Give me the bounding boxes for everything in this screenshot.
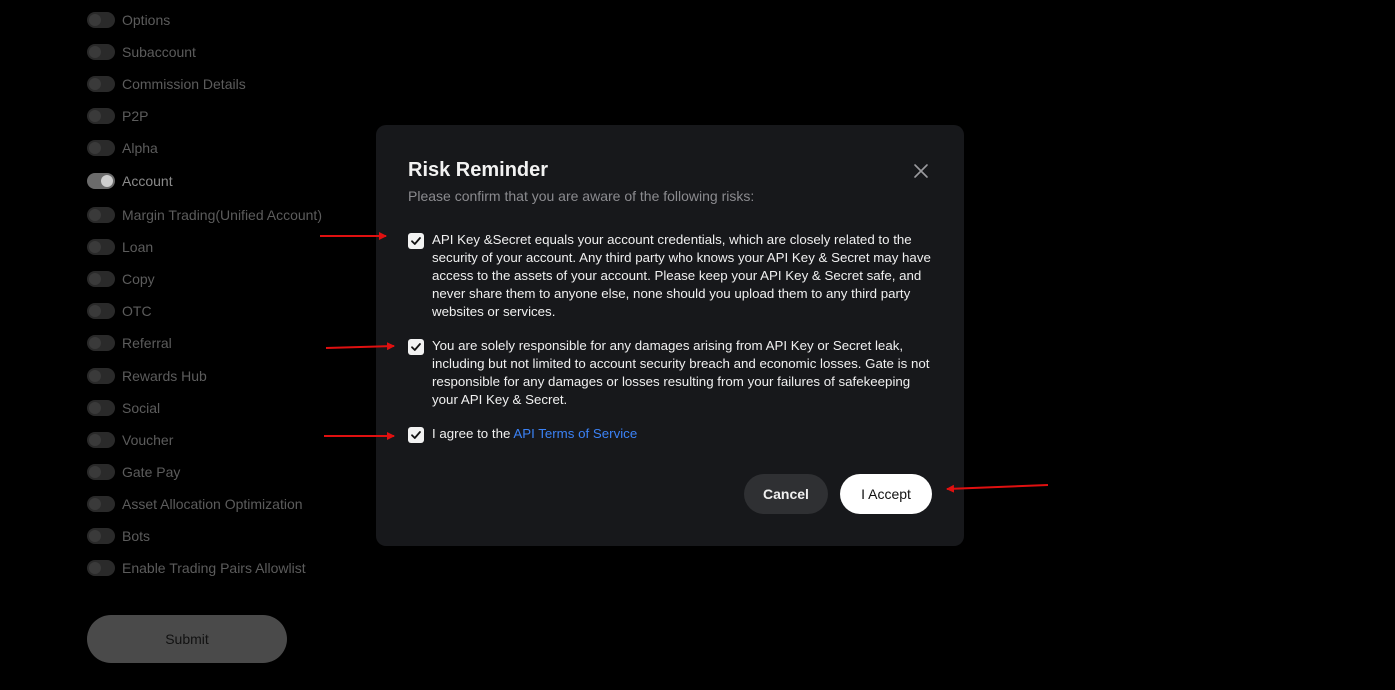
toggle-knob	[89, 498, 101, 510]
permission-item: Account	[87, 171, 173, 191]
toggle-knob	[89, 142, 101, 154]
risk-item-credentials: API Key &Secret equals your account cred…	[408, 231, 936, 321]
risk-item-responsibility: You are solely responsible for any damag…	[408, 337, 936, 409]
toggle-knob	[89, 305, 101, 317]
permission-item: Bots	[87, 526, 150, 546]
permission-label: Commission Details	[122, 76, 246, 92]
accept-button[interactable]: I Accept	[840, 474, 932, 514]
permission-toggle[interactable]	[87, 368, 115, 384]
toggle-knob	[89, 110, 101, 122]
toggle-knob	[89, 209, 101, 221]
modal-title: Risk Reminder	[408, 159, 549, 181]
agree-terms-checkbox[interactable]	[408, 427, 424, 443]
permission-item: Rewards Hub	[87, 366, 207, 386]
page: Options Subaccount Commission Details P2P Al…	[0, 0, 1395, 690]
permission-item: Voucher	[87, 430, 173, 450]
permission-label: OTC	[122, 303, 152, 319]
permission-item: Gate Pay	[87, 462, 180, 482]
risk-text-credentials: API Key &Secret equals your account cred…	[432, 232, 931, 319]
permission-toggle[interactable]	[87, 400, 115, 416]
toggle-knob	[89, 14, 101, 26]
modal-subtitle: Please confirm that you are aware of the…	[408, 188, 755, 204]
toggle-knob	[89, 530, 101, 542]
permission-label: Rewards Hub	[122, 368, 207, 384]
toggle-knob	[101, 175, 113, 187]
permission-item: Subaccount	[87, 42, 196, 62]
toggle-knob	[89, 78, 101, 90]
permission-item: Commission Details	[87, 74, 246, 94]
toggle-knob	[89, 434, 101, 446]
permission-label: Copy	[122, 271, 155, 287]
api-terms-link[interactable]: API Terms of Service	[513, 426, 637, 441]
permission-toggle[interactable]	[87, 239, 115, 255]
permission-toggle[interactable]	[87, 432, 115, 448]
permission-item: OTC	[87, 301, 152, 321]
permission-item: Referral	[87, 333, 172, 353]
permission-item: Loan	[87, 237, 153, 257]
permission-label: Account	[122, 173, 173, 189]
risk-reminder-modal: Risk Reminder Please confirm that you ar…	[376, 125, 964, 546]
submit-button[interactable]: Submit	[87, 615, 287, 663]
permission-label: Asset Allocation Optimization	[122, 496, 303, 512]
permission-toggle[interactable]	[87, 207, 115, 223]
risk-checkbox-credentials[interactable]	[408, 233, 424, 249]
permission-label: Gate Pay	[122, 464, 181, 480]
permission-label: Bots	[122, 528, 151, 544]
permission-toggle[interactable]	[87, 271, 115, 287]
risk-checkbox-responsibility[interactable]	[408, 339, 424, 355]
agree-prefix: I agree to the	[432, 426, 514, 441]
permission-label: Enable Trading Pairs Allowlist	[122, 560, 306, 576]
permission-item: Copy	[87, 269, 155, 289]
permission-toggle[interactable]	[87, 528, 115, 544]
permission-toggle[interactable]	[87, 44, 115, 60]
toggle-knob	[89, 337, 101, 349]
agree-terms-text: I agree to the API Terms of Service	[432, 425, 637, 443]
permission-item: Asset Allocation Optimization	[87, 494, 303, 514]
permission-label: Subaccount	[122, 44, 196, 60]
permission-toggle[interactable]	[87, 464, 115, 480]
permission-toggle[interactable]	[87, 76, 115, 92]
permission-label: Voucher	[122, 432, 174, 448]
permission-label: Options	[122, 12, 171, 28]
permission-item: Social	[87, 398, 160, 418]
toggle-knob	[89, 402, 101, 414]
close-icon[interactable]	[912, 162, 930, 180]
permission-toggle[interactable]	[87, 335, 115, 351]
permission-item: Options	[87, 10, 170, 30]
toggle-knob	[89, 46, 101, 58]
permission-toggle[interactable]	[87, 496, 115, 512]
permission-label: Social	[122, 400, 161, 416]
permission-toggle[interactable]	[87, 12, 115, 28]
toggle-knob	[89, 466, 101, 478]
permission-item: Enable Trading Pairs Allowlist	[87, 558, 306, 578]
toggle-knob	[89, 273, 101, 285]
permission-label: P2P	[122, 108, 149, 124]
permission-label: Margin Trading(Unified Account)	[122, 207, 322, 223]
toggle-knob	[89, 241, 101, 253]
permission-toggle[interactable]	[87, 303, 115, 319]
toggle-knob	[89, 562, 101, 574]
permission-label: Loan	[122, 239, 154, 255]
cancel-button[interactable]: Cancel	[744, 474, 828, 514]
permission-item: P2P	[87, 106, 148, 126]
toggle-knob	[89, 370, 101, 382]
agree-terms-item: I agree to the API Terms of Service	[408, 425, 936, 443]
permission-label: Alpha	[122, 140, 158, 156]
permission-toggle[interactable]	[87, 108, 115, 124]
risk-text-responsibility: You are solely responsible for any damag…	[432, 338, 930, 407]
permission-item: Alpha	[87, 138, 158, 158]
permission-item: Margin Trading(Unified Account)	[87, 205, 322, 225]
permission-toggle[interactable]	[87, 140, 115, 156]
permission-label: Referral	[122, 335, 172, 351]
permission-toggle[interactable]	[87, 173, 115, 189]
permission-toggle[interactable]	[87, 560, 115, 576]
